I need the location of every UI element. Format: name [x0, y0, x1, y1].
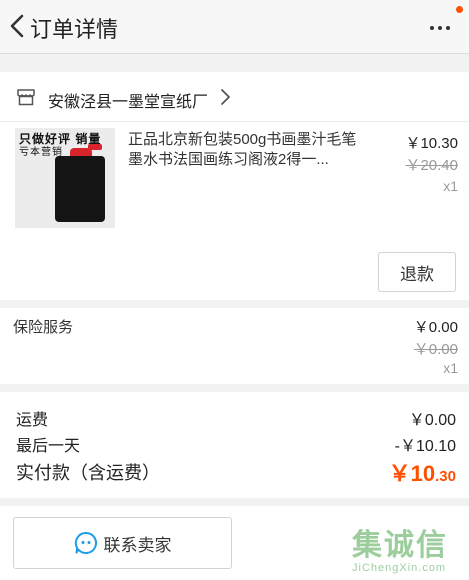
- insurance-label: 保险服务: [13, 319, 74, 336]
- shipping-label: 运费: [16, 412, 49, 429]
- product-quantity: x1: [443, 178, 458, 194]
- watermark-logo: 集诚信 JiChengXin.com: [352, 529, 448, 575]
- product-original-price: ￥20.40: [405, 157, 458, 174]
- page-title: 订单详情: [30, 17, 119, 42]
- insurance-service: 保险服务 ￥0.00 ￥0.00 x1: [0, 308, 469, 384]
- contact-seller-button[interactable]: 联系卖家: [13, 517, 232, 569]
- price-summary: 运费 ￥0.00 最后一天 -￥10.10 实付款（含运费） ￥10.30: [0, 392, 469, 498]
- insurance-original-price: ￥0.00: [413, 341, 458, 358]
- header-bar: 订单详情: [0, 0, 469, 54]
- shipping-value: ￥0.00: [408, 412, 456, 429]
- more-options-icon[interactable]: [427, 14, 457, 40]
- shop-icon: [17, 89, 35, 106]
- discount-label: 最后一天: [16, 438, 81, 455]
- notification-badge: [456, 6, 463, 13]
- shop-name: 安徽泾县一墨堂宣纸厂: [48, 94, 209, 111]
- insurance-quantity: x1: [443, 360, 458, 376]
- total-label: 实付款（含运费）: [16, 463, 160, 483]
- contact-seller-label: 联系卖家: [103, 535, 172, 555]
- product-price: ￥10.30: [405, 135, 458, 152]
- product-title[interactable]: 正品北京新包装500g书画墨汁毛笔墨水书法国画练习阁液2得一...: [128, 130, 364, 170]
- order-item: 只做好评 销量 亏本营销 正品北京新包装500g书画墨汁毛笔墨水书法国画练习阁液…: [0, 122, 469, 300]
- refund-button[interactable]: 退款: [378, 252, 456, 292]
- discount-value: -￥10.10: [394, 438, 456, 455]
- total-value: ￥10.30: [388, 461, 456, 486]
- insurance-price: ￥0.00: [413, 319, 458, 336]
- shop-row[interactable]: 安徽泾县一墨堂宣纸厂: [0, 72, 469, 122]
- chevron-right-icon: [221, 89, 230, 105]
- chat-bubble-icon: [74, 531, 97, 554]
- product-thumbnail[interactable]: 只做好评 销量 亏本营销: [15, 128, 115, 228]
